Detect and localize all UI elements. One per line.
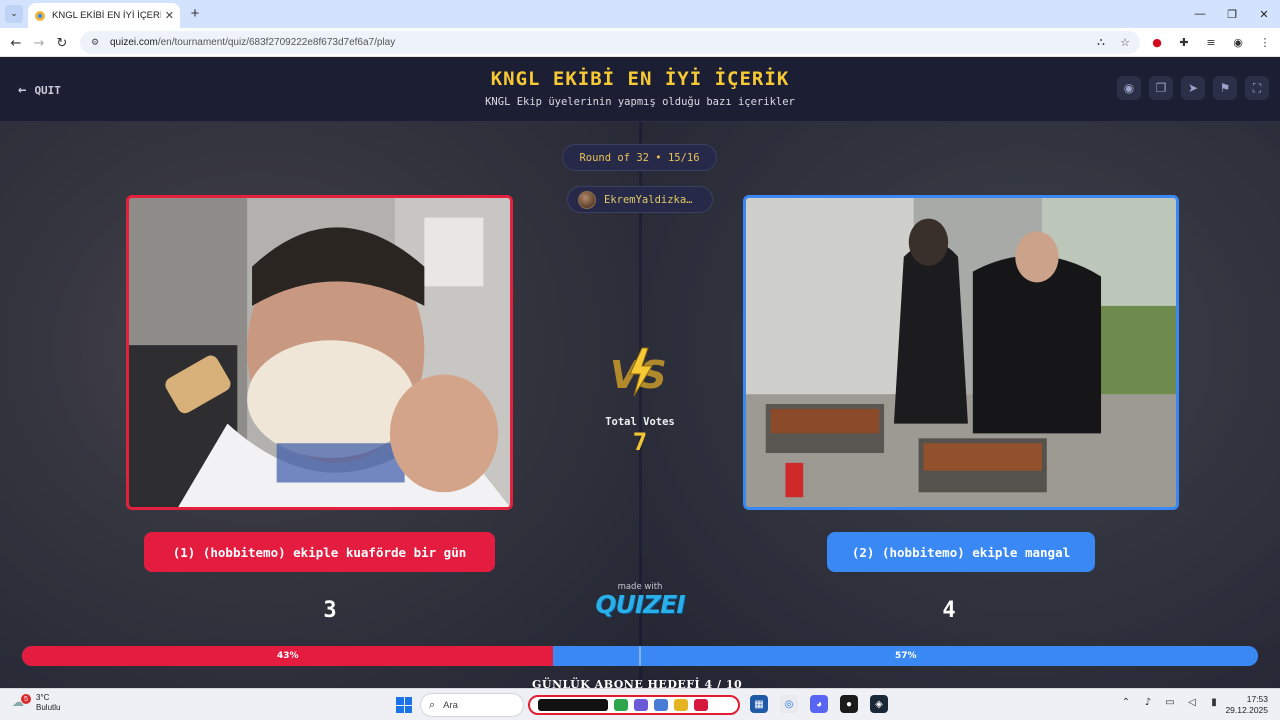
view-button[interactable]: ◉ — [1117, 76, 1141, 100]
browser-toolbar: ← → ↻ ⚙ quizei.com/en/tournament/quiz/68… — [0, 28, 1280, 57]
taskbar-search[interactable]: ⌕ Ara — [420, 693, 524, 717]
app-icon[interactable]: ● — [840, 695, 858, 713]
round-indicator: Round of 32 • 15/16 — [562, 144, 717, 171]
discord-icon[interactable]: ◕ — [810, 695, 828, 713]
quiz-page: ← QUIT KNGL EKİBİ EN İYİ İÇERİK KNGL Eki… — [0, 58, 1280, 688]
reload-button[interactable]: ↻ — [52, 33, 72, 53]
folder-icon[interactable] — [674, 699, 688, 711]
window-controls: — ❐ ✕ — [1184, 0, 1280, 28]
cloud-icon: ☁ 5 — [12, 694, 31, 711]
chevron-up-icon[interactable]: ⌃ — [1120, 697, 1132, 708]
pinned-app-icon[interactable] — [614, 699, 628, 711]
total-votes-label: Total Votes — [605, 416, 675, 428]
search-icon: ⌕ — [429, 698, 436, 711]
minimize-button[interactable]: — — [1184, 0, 1216, 28]
bar-center-marker — [639, 646, 641, 666]
user-name: EkremYaldizka… — [604, 193, 693, 206]
send-icon: ➤ — [1187, 81, 1199, 95]
close-window-button[interactable]: ✕ — [1248, 0, 1280, 28]
quiz-subtitle: KNGL Ekip üyelerinin yapmış olduğu bazı … — [485, 96, 795, 108]
media-controls-icon[interactable]: ≡ — [1204, 34, 1218, 50]
back-button[interactable]: ← — [6, 33, 26, 53]
tab-search-button[interactable]: ⌄ — [5, 5, 23, 23]
taskbar-search-placeholder: Ara — [443, 699, 458, 711]
left-vote-count: 3 — [323, 598, 337, 623]
vote-percentage-bar: 43% 57% — [22, 646, 1258, 666]
choice-left-image[interactable] — [126, 195, 513, 510]
choice-right-button[interactable]: (2) (hobbitemo) ekiple mangal — [827, 532, 1095, 572]
volume-icon[interactable]: ◁ — [1186, 697, 1198, 708]
tab-close-icon[interactable]: ✕ — [165, 9, 174, 22]
notification-badge: 5 — [21, 694, 31, 704]
stream-overlay-subscriber-goal: GÜNLÜK ABONE HEDEFİ 4 / 10 — [532, 678, 743, 688]
opera-icon[interactable] — [694, 699, 708, 711]
chevron-down-icon: ⌄ — [10, 9, 18, 19]
choice-left-button[interactable]: (1) (hobbitemo) ekiple kuaförde bir gün — [144, 532, 495, 572]
clock-date: 29.12.2025 — [1225, 705, 1268, 715]
opera-extension-icon[interactable]: ● — [1150, 34, 1164, 50]
bookmark-star-icon[interactable]: ☆ — [1118, 35, 1132, 49]
tab-title: KNGL EKİBİ EN İYİ İÇERİK - Tier — [52, 10, 161, 21]
pinned-app-bar[interactable] — [538, 699, 608, 711]
new-tab-button[interactable]: + — [186, 4, 204, 22]
right-percentage-fill: 57% — [553, 646, 1258, 666]
browser-tab-bar: ⌄ KNGL EKİBİ EN İYİ İÇERİK - Tier ✕ + — … — [0, 0, 1280, 28]
arrow-left-icon: ← — [10, 35, 22, 51]
clock-time: 17:53 — [1246, 694, 1268, 704]
pinned-app-icon[interactable] — [634, 699, 648, 711]
steam-icon[interactable]: ◈ — [870, 695, 888, 713]
address-bar[interactable]: ⚙ quizei.com/en/tournament/quiz/683f2709… — [80, 31, 1140, 54]
arrow-right-icon: → — [33, 35, 45, 51]
restore-button[interactable]: ❐ — [1216, 0, 1248, 28]
reload-icon: ↻ — [56, 35, 68, 51]
os-taskbar: ☁ 5 3°C Bulutlu ⌕ Ara ▦ ◎ ◕ ● ◈ ⌃ ♪ ▭ ◁ … — [0, 688, 1280, 720]
site-info-icon[interactable]: ⚙ — [88, 36, 102, 50]
taskbar-pinned-apps-group — [528, 695, 740, 715]
weather-widget[interactable]: ☁ 5 3°C Bulutlu — [12, 693, 60, 713]
pinned-app-icon[interactable] — [654, 699, 668, 711]
start-button[interactable] — [396, 697, 412, 713]
right-percentage-text: 57% — [894, 651, 917, 661]
quiz-header: ← QUIT KNGL EKİBİ EN İYİ İÇERİK KNGL Eki… — [0, 58, 1280, 122]
address-bar-actions: ⛬ ☆ — [1094, 35, 1132, 49]
avatar — [578, 190, 596, 209]
weather-description: Bulutlu — [36, 703, 61, 712]
forward-button[interactable]: → — [29, 33, 49, 53]
profile-avatar-icon[interactable]: ◉ — [1231, 34, 1245, 50]
store-icon[interactable]: ▦ — [750, 695, 768, 713]
extension-icons: ● ✚ ≡ ◉ ⋮ — [1150, 34, 1272, 50]
weather-temperature: 3°C — [36, 693, 50, 702]
choice-right-image[interactable] — [743, 195, 1179, 510]
flag-icon: ⚑ — [1219, 81, 1231, 95]
taskbar-apps: ▦ ◎ ◕ ● ◈ — [750, 695, 888, 713]
microphone-icon[interactable]: ♪ — [1142, 697, 1154, 708]
extensions-puzzle-icon[interactable]: ✚ — [1177, 34, 1191, 50]
translate-icon[interactable]: ⛬ — [1094, 35, 1108, 49]
right-vote-count: 4 — [942, 598, 956, 623]
browser-tab-active[interactable]: KNGL EKİBİ EN İYİ İÇERİK - Tier ✕ — [28, 3, 180, 28]
copy-icon: ❐ — [1155, 81, 1167, 95]
system-tray: ⌃ ♪ ▭ ◁ ▮ — [1120, 697, 1220, 708]
quiz-title: KNGL EKİBİ EN İYİ İÇERİK — [490, 68, 790, 90]
eye-icon: ◉ — [1123, 81, 1135, 95]
url-text: quizei.com/en/tournament/quiz/683f270922… — [110, 37, 396, 48]
report-button[interactable]: ⚑ — [1213, 76, 1237, 100]
user-chip[interactable]: EkremYaldizka… — [567, 186, 713, 213]
clock[interactable]: 17:53 29.12.2025 — [1225, 694, 1268, 716]
fullscreen-button[interactable]: ⛶ — [1245, 76, 1269, 100]
copy-button[interactable]: ❐ — [1149, 76, 1173, 100]
fullscreen-icon: ⛶ — [1252, 80, 1262, 95]
left-percentage-fill: 43% — [22, 646, 554, 666]
versus-logo: VS — [610, 347, 667, 397]
total-votes-value: 7 — [632, 428, 648, 456]
battery-icon[interactable]: ▮ — [1208, 697, 1220, 708]
left-percentage-text: 43% — [276, 651, 299, 661]
quizei-favicon-icon — [34, 10, 46, 22]
quizei-logo[interactable]: QUIZEI — [580, 590, 700, 619]
network-icon[interactable]: ▭ — [1164, 697, 1176, 708]
header-actions: ◉ ❐ ➤ ⚑ ⛶ — [1117, 76, 1269, 100]
chrome-icon[interactable]: ◎ — [780, 695, 798, 713]
share-button[interactable]: ➤ — [1181, 76, 1205, 100]
kebab-menu-icon[interactable]: ⋮ — [1258, 34, 1272, 50]
